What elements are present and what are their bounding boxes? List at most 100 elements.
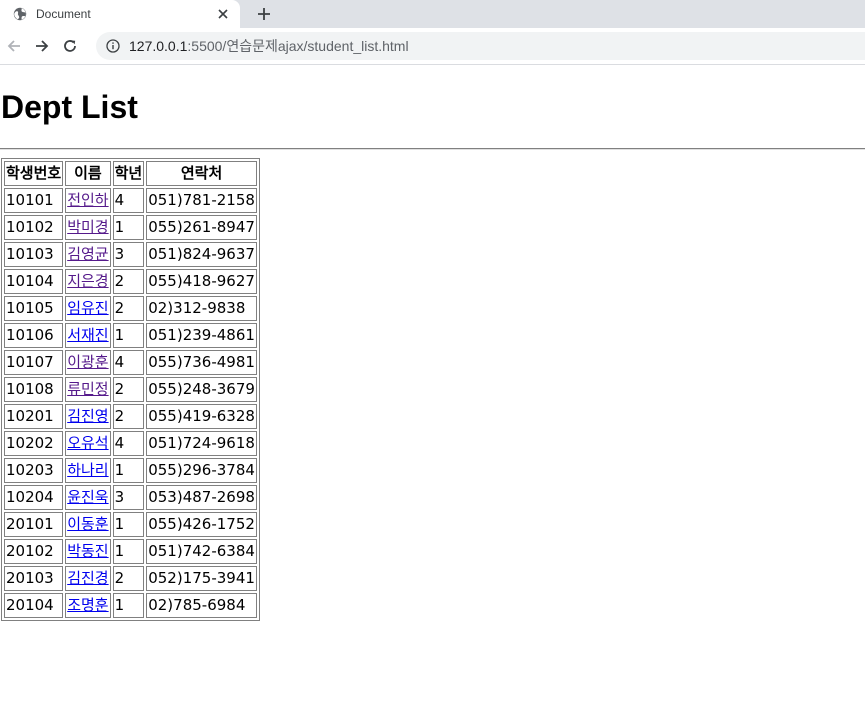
- phone-cell: 055)419-6328: [146, 404, 257, 429]
- table-row: 10103 김영균 3 051)824-9637: [4, 242, 257, 267]
- address-bar[interactable]: 127.0.0.1:5500/연습문제ajax/student_list.htm…: [96, 32, 865, 60]
- student-id-cell: 10204: [4, 485, 64, 510]
- phone-cell: 051)824-9637: [146, 242, 257, 267]
- student-name-cell: 박동진: [65, 539, 111, 564]
- table-row: 10104 지은경 2 055)418-9627: [4, 269, 257, 294]
- phone-cell: 055)248-3679: [146, 377, 257, 402]
- phone-cell: 051)724-9618: [146, 431, 257, 456]
- phone-cell: 055)418-9627: [146, 269, 257, 294]
- student-name-cell: 김영균: [65, 242, 111, 267]
- student-name-link[interactable]: 김영균: [67, 245, 108, 263]
- student-name-cell: 하나리: [65, 458, 111, 483]
- table-row: 20104 조명훈 1 02)785-6984: [4, 593, 257, 618]
- column-header-student-id: 학생번호: [4, 161, 64, 186]
- student-name-link[interactable]: 전인하: [67, 191, 108, 209]
- student-name-cell: 지은경: [65, 269, 111, 294]
- table-row: 10106 서재진 1 051)239-4861: [4, 323, 257, 348]
- student-id-cell: 10107: [4, 350, 64, 375]
- student-id-cell: 10106: [4, 323, 64, 348]
- phone-cell: 051)239-4861: [146, 323, 257, 348]
- divider: [0, 148, 865, 150]
- info-icon[interactable]: [105, 38, 121, 54]
- student-name-link[interactable]: 류민정: [67, 380, 108, 398]
- grade-cell: 2: [112, 566, 145, 591]
- close-tab-icon[interactable]: [215, 6, 231, 22]
- student-name-cell: 오유석: [65, 431, 111, 456]
- grade-cell: 3: [112, 485, 145, 510]
- student-table: 학생번호 이름 학년 연락처 10101 전인하 4 051)781-2158 1010…: [1, 158, 260, 621]
- student-name-link[interactable]: 하나리: [67, 461, 108, 479]
- student-name-cell: 서재진: [65, 323, 111, 348]
- table-header-row: 학생번호 이름 학년 연락처: [4, 161, 257, 186]
- student-name-cell: 김진영: [65, 404, 111, 429]
- column-header-grade: 학년: [112, 161, 145, 186]
- student-name-link[interactable]: 박미경: [67, 218, 108, 236]
- tab-strip: Document: [0, 0, 865, 28]
- table-row: 10105 임유진 2 02)312-9838: [4, 296, 257, 321]
- table-row: 10204 윤진욱 3 053)487-2698: [4, 485, 257, 510]
- reload-icon[interactable]: [58, 34, 82, 58]
- student-name-cell: 박미경: [65, 215, 111, 240]
- table-row: 10108 류민정 2 055)248-3679: [4, 377, 257, 402]
- table-row: 10203 하나리 1 055)296-3784: [4, 458, 257, 483]
- phone-cell: 051)781-2158: [146, 188, 257, 213]
- grade-cell: 2: [112, 377, 145, 402]
- page-title: Dept List: [1, 89, 138, 125]
- student-name-cell: 김진경: [65, 566, 111, 591]
- student-id-cell: 10103: [4, 242, 64, 267]
- browser-tab[interactable]: Document: [0, 0, 240, 28]
- grade-cell: 4: [112, 350, 145, 375]
- student-id-cell: 10101: [4, 188, 64, 213]
- phone-cell: 052)175-3941: [146, 566, 257, 591]
- table-body: 10101 전인하 4 051)781-2158 10102 박미경 1 055)261-89…: [4, 188, 257, 618]
- student-id-cell: 10201: [4, 404, 64, 429]
- student-name-link[interactable]: 이동훈: [67, 515, 108, 533]
- student-name-cell: 이동훈: [65, 512, 111, 537]
- student-name-link[interactable]: 김진경: [67, 569, 108, 587]
- student-id-cell: 10202: [4, 431, 64, 456]
- student-name-cell: 이광훈: [65, 350, 111, 375]
- phone-cell: 051)742-6384: [146, 539, 257, 564]
- student-id-cell: 10203: [4, 458, 64, 483]
- student-name-cell: 조명훈: [65, 593, 111, 618]
- table-row: 20102 박동진 1 051)742-6384: [4, 539, 257, 564]
- globe-icon: [13, 7, 27, 21]
- grade-cell: 2: [112, 269, 145, 294]
- phone-cell: 02)785-6984: [146, 593, 257, 618]
- phone-cell: 02)312-9838: [146, 296, 257, 321]
- student-id-cell: 20103: [4, 566, 64, 591]
- column-header-name: 이름: [65, 161, 111, 186]
- url-text[interactable]: 127.0.0.1:5500/연습문제ajax/student_list.htm…: [129, 36, 409, 56]
- student-name-link[interactable]: 임유진: [67, 299, 108, 317]
- student-name-cell: 전인하: [65, 188, 111, 213]
- forward-arrow-icon[interactable]: [30, 34, 54, 58]
- student-name-cell: 윤진욱: [65, 485, 111, 510]
- back-arrow-icon[interactable]: [2, 34, 26, 58]
- tab-title: Document: [36, 7, 91, 21]
- table-row: 20103 김진경 2 052)175-3941: [4, 566, 257, 591]
- student-name-cell: 류민정: [65, 377, 111, 402]
- student-name-link[interactable]: 오유석: [67, 434, 108, 452]
- grade-cell: 1: [112, 215, 145, 240]
- table-row: 10101 전인하 4 051)781-2158: [4, 188, 257, 213]
- student-name-link[interactable]: 박동진: [67, 542, 108, 560]
- student-name-link[interactable]: 윤진욱: [67, 488, 108, 506]
- grade-cell: 1: [112, 458, 145, 483]
- table-row: 10201 김진영 2 055)419-6328: [4, 404, 257, 429]
- browser-toolbar: 127.0.0.1:5500/연습문제ajax/student_list.htm…: [0, 28, 865, 65]
- student-name-link[interactable]: 이광훈: [67, 353, 108, 371]
- student-name-link[interactable]: 서재진: [67, 326, 108, 344]
- new-tab-button[interactable]: [253, 3, 275, 25]
- student-name-link[interactable]: 조명훈: [67, 596, 108, 614]
- grade-cell: 1: [112, 512, 145, 537]
- page-content: Dept List 학생번호 이름 학년 연락처 10101 전인하 4 051)78…: [0, 87, 865, 621]
- url-host: 127.0.0.1: [129, 38, 188, 54]
- phone-cell: 053)487-2698: [146, 485, 257, 510]
- student-name-link[interactable]: 김진영: [67, 407, 108, 425]
- student-id-cell: 20102: [4, 539, 64, 564]
- table-row: 20101 이동훈 1 055)426-1752: [4, 512, 257, 537]
- grade-cell: 3: [112, 242, 145, 267]
- grade-cell: 1: [112, 593, 145, 618]
- student-id-cell: 10105: [4, 296, 64, 321]
- student-name-link[interactable]: 지은경: [67, 272, 108, 290]
